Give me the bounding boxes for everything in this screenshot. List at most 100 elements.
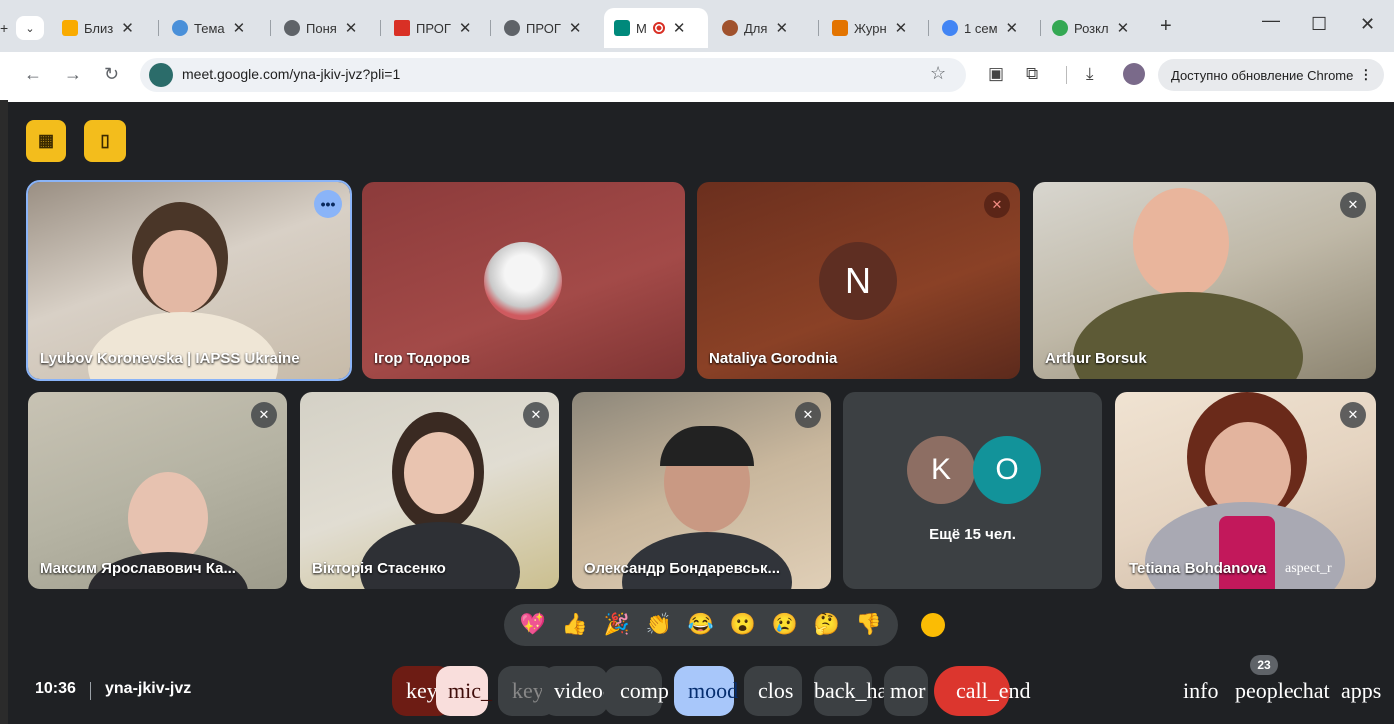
tab-label: ПРОГ xyxy=(526,20,561,36)
tab-favicon xyxy=(504,20,520,36)
tab-5[interactable]: ПРОГ ✕ xyxy=(504,10,581,46)
mic-toggle-button[interactable]: mic_ xyxy=(436,666,492,716)
thumbs-down-reaction[interactable]: 👎 xyxy=(856,613,882,637)
control-label: clos xyxy=(758,678,794,703)
participant-tile[interactable]: ✕ Tetiana Bohdanova aspect_r xyxy=(1115,392,1376,589)
control-label: comp xyxy=(620,678,669,703)
participant-name: Олександр Бондаревськ... xyxy=(584,560,781,577)
captions-button[interactable]: clos xyxy=(744,666,802,716)
tab-search-button[interactable]: ⌄ xyxy=(16,16,44,40)
mic-off-icon: ✕ xyxy=(984,192,1010,218)
more-participants-tile[interactable]: K O Ещё 15 чел. xyxy=(843,392,1102,589)
surprised-reaction[interactable]: 😮 xyxy=(730,613,756,637)
exit-door-icon[interactable]: ▯ xyxy=(84,120,126,162)
skin-tone-button[interactable] xyxy=(921,613,945,637)
meeting-info-button[interactable]: info xyxy=(1183,678,1218,704)
reload-icon[interactable]: ↻ xyxy=(104,64,119,85)
participant-tile[interactable]: N ✕ Nataliya Gorodnia xyxy=(697,182,1020,379)
present-screen-button[interactable]: comp xyxy=(604,666,669,716)
mic-off-icon: ✕ xyxy=(251,402,277,428)
close-tab-icon[interactable]: ✕ xyxy=(895,19,908,37)
forward-arrow-icon[interactable]: → xyxy=(64,64,82,85)
participant-shirt xyxy=(1219,516,1275,589)
participant-tile[interactable]: ••• Lyubov Koronevska | IAPSS Ukraine xyxy=(26,180,352,381)
tab-2[interactable]: Тема ✕ xyxy=(172,10,245,46)
laugh-reaction[interactable]: 😂 xyxy=(688,613,714,637)
plus-edge-icon: + xyxy=(0,20,9,36)
participant-tile[interactable]: Ігор Тодоров xyxy=(362,182,685,379)
camera-off-indicator-icon[interactable]: ▦ xyxy=(26,120,66,162)
participant-tile[interactable]: ✕ Arthur Borsuk xyxy=(1033,182,1376,379)
participant-name: Lyubov Koronevska | IAPSS Ukraine xyxy=(40,350,300,367)
puzzle-icon[interactable]: ⧉ xyxy=(1026,64,1038,84)
participant-tile[interactable]: ✕ Максим Ярославович Ка... xyxy=(28,392,287,589)
tab-favicon xyxy=(1052,20,1068,36)
activities-button[interactable]: apps xyxy=(1341,678,1381,704)
chrome-update-button[interactable]: Доступно обновление Chrome ⋮ xyxy=(1158,59,1384,91)
tab-favicon xyxy=(284,20,300,36)
heart-reaction[interactable]: 💖 xyxy=(520,613,546,637)
more-options-icon[interactable]: ••• xyxy=(314,190,342,218)
close-tab-icon[interactable]: ✕ xyxy=(569,19,582,37)
tab-strip: + ⌄ Близ ✕ Тема ✕ Поня ✕ ПРОГ ✕ ПРОГ ✕ М ✕ Для… xyxy=(0,0,1394,56)
download-icon[interactable]: ⤓ xyxy=(1086,64,1094,84)
tab-4[interactable]: ПРОГ ✕ xyxy=(394,10,471,46)
camera-toggle-button[interactable]: videocam xyxy=(542,666,640,716)
tab-9[interactable]: 1 сем ✕ xyxy=(942,10,1018,46)
close-tab-icon[interactable]: ✕ xyxy=(1006,19,1019,37)
participant-avatar xyxy=(484,242,562,320)
leave-call-button[interactable]: call_end xyxy=(934,666,1031,716)
chat-button[interactable]: chat xyxy=(1293,678,1330,704)
toolbar-divider xyxy=(1066,66,1067,84)
participant-tile[interactable]: ✕ Вікторія Стасенко xyxy=(300,392,559,589)
maximize-icon[interactable]: ☐ xyxy=(1311,14,1327,35)
close-tab-icon[interactable]: ✕ xyxy=(775,19,788,37)
people-button[interactable]: people xyxy=(1235,678,1294,704)
close-tab-icon[interactable]: ✕ xyxy=(1117,19,1130,37)
party-reaction[interactable]: 🎉 xyxy=(604,613,630,637)
tab-meet-active[interactable]: М ✕ xyxy=(604,8,708,48)
tab-favicon xyxy=(722,20,738,36)
new-tab-button[interactable]: + xyxy=(1160,15,1172,38)
bookmark-star-icon[interactable]: ☆ xyxy=(930,63,946,84)
thumbs-up-reaction[interactable]: 👍 xyxy=(562,613,588,637)
tab-separator xyxy=(270,20,271,36)
thinking-reaction[interactable]: 🤔 xyxy=(814,613,840,637)
bottom-divider xyxy=(90,682,91,700)
tab-7[interactable]: Для ✕ xyxy=(722,10,788,46)
close-window-icon[interactable]: ✕ xyxy=(1360,14,1375,35)
close-tab-icon[interactable]: ✕ xyxy=(121,19,134,37)
close-tab-icon[interactable]: ✕ xyxy=(459,19,472,37)
more-options-button[interactable]: mor xyxy=(884,666,928,716)
tab-1[interactable]: Близ ✕ xyxy=(62,10,134,46)
clap-reaction[interactable]: 👏 xyxy=(646,613,672,637)
tab-label: Для xyxy=(744,20,768,36)
tab-3[interactable]: Поня ✕ xyxy=(284,10,357,46)
url-text[interactable]: meet.google.com/yna-jkiv-jvz?pli=1 xyxy=(182,66,400,82)
extension-icon[interactable]: ▣ xyxy=(988,64,1004,84)
tab-separator xyxy=(928,20,929,36)
tab-10[interactable]: Розкл ✕ xyxy=(1052,10,1129,46)
back-arrow-icon[interactable]: ← xyxy=(24,64,42,85)
profile-avatar[interactable] xyxy=(1123,63,1145,85)
close-tab-icon[interactable]: ✕ xyxy=(673,19,686,37)
raise-hand-button[interactable]: back_hand xyxy=(814,666,909,716)
participant-name: Tetiana Bohdanova xyxy=(1129,560,1267,577)
close-tab-icon[interactable]: ✕ xyxy=(233,19,246,37)
window-edge xyxy=(0,100,8,724)
mic-off-icon: ✕ xyxy=(1340,192,1366,218)
tab-separator xyxy=(1040,20,1041,36)
participant-body xyxy=(360,522,520,589)
participant-name: Nataliya Gorodnia xyxy=(709,350,838,367)
sad-reaction[interactable]: 😢 xyxy=(772,613,798,637)
participant-name-extra: aspect_r xyxy=(1285,561,1332,576)
site-info-icon[interactable] xyxy=(149,63,173,87)
participant-initial-avatar: K xyxy=(907,436,975,504)
close-tab-icon[interactable]: ✕ xyxy=(345,19,358,37)
participant-tile[interactable]: ✕ Олександр Бондаревськ... xyxy=(572,392,831,589)
minimize-icon[interactable]: — xyxy=(1262,10,1280,31)
tab-8[interactable]: Журн ✕ xyxy=(832,10,907,46)
kebab-menu-icon[interactable]: ⋮ xyxy=(1359,67,1372,83)
participant-initial-avatar: O xyxy=(973,436,1041,504)
reactions-button[interactable]: mood xyxy=(674,666,738,716)
